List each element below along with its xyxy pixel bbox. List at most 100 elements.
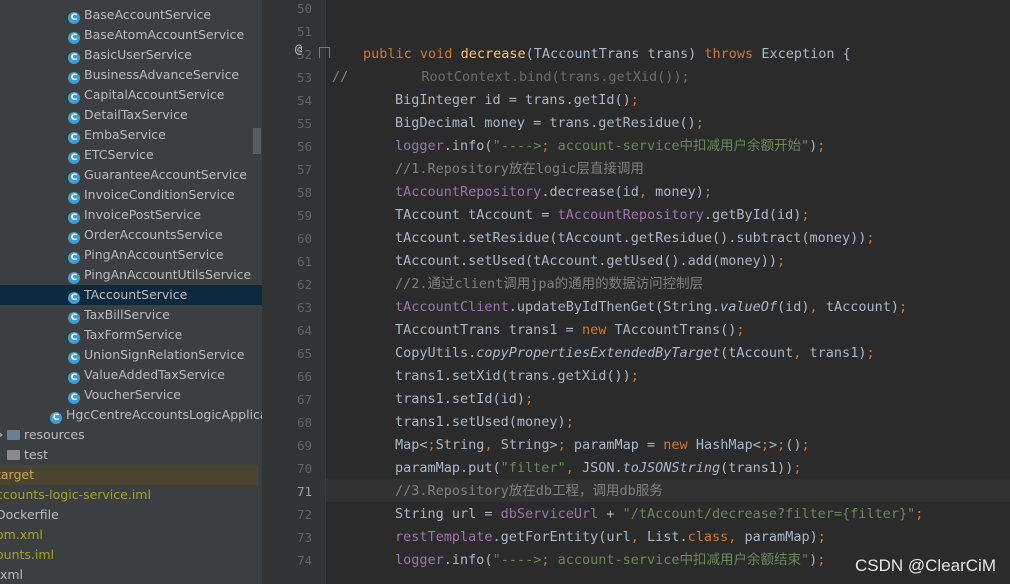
project-tree-scrollbar[interactable] (253, 128, 261, 154)
tree-item-label: TaxBillService (84, 307, 170, 322)
line-number: 59 (296, 208, 312, 223)
tree-item[interactable]: C PingAnAccountUtilsService (0, 265, 262, 285)
tree-item-label: ETCService (84, 147, 154, 162)
tree-item[interactable]: C BaseAccountService (0, 5, 262, 25)
class-icon: C (68, 32, 80, 44)
tree-item-label: ccounts-logic-service.iml (0, 487, 151, 502)
tree-item-label: VoucherService (84, 387, 181, 402)
tree-item[interactable]: C TAccountService (0, 285, 262, 305)
tree-item[interactable]: C CapitalAccountService (0, 85, 262, 105)
line-number: 55 (296, 116, 312, 131)
line-number: 53 (296, 70, 312, 85)
tree-item[interactable]: C OrderAccountsService (0, 225, 262, 245)
folder-icon (7, 430, 20, 440)
line-number: 51 (296, 24, 312, 39)
code-line[interactable]: //1.Repository放在logic层直接调用 (395, 158, 644, 181)
tree-item[interactable]: C BusinessAdvanceService (0, 65, 262, 85)
code-line[interactable]: BigDecimal money = trans.getResidue(); (395, 112, 704, 135)
tree-item-label: GuaranteeAccountService (84, 167, 247, 182)
tree-item-label: DetailTaxService (84, 107, 188, 122)
code-line[interactable]: trans1.setId(id); (395, 388, 533, 411)
line-number: 70 (296, 461, 312, 476)
class-icon: C (68, 192, 80, 204)
tree-item[interactable]: C InvoicePostService (0, 205, 262, 225)
tree-item-label: target (0, 467, 35, 482)
line-number: 65 (296, 346, 312, 361)
code-line[interactable]: TAccount tAccount = tAccountRepository.g… (395, 204, 810, 227)
class-icon: C (68, 112, 80, 124)
spring-class-icon: C (50, 412, 62, 424)
code-line[interactable]: logger.info("---->; account-service中扣减用户… (395, 549, 825, 572)
code-line[interactable]: restTemplate.getForEntity(url, List.clas… (395, 526, 826, 549)
line-number: 56 (296, 139, 312, 154)
code-line[interactable]: public void decrease(TAccountTrans trans… (363, 43, 851, 66)
tree-item-label: TAccountService (84, 287, 188, 302)
tree-item[interactable]: C VoucherService (0, 385, 262, 405)
class-icon: C (68, 232, 80, 244)
tree-item-label: EmbaService (84, 127, 166, 142)
class-icon: C (68, 152, 80, 164)
tree-item-label: .xml (0, 567, 24, 582)
class-icon: C (68, 92, 80, 104)
class-icon: C (68, 392, 80, 404)
code-line[interactable]: tAccount.setUsed(tAccount.getUsed().add(… (395, 250, 785, 273)
line-number: 54 (296, 93, 312, 108)
line-number: 68 (296, 415, 312, 430)
code-line[interactable]: //3.Repository放在db工程，调用db服务 (395, 480, 663, 503)
code-line[interactable]: Map<;String, String>; paramMap = new Has… (395, 434, 810, 457)
code-line[interactable]: TAccountTrans trans1 = new TAccountTrans… (395, 319, 745, 342)
line-number: 57 (296, 162, 312, 177)
line-number: 67 (296, 392, 312, 407)
code-line[interactable]: logger.info("---->; account-service中扣减用户… (395, 135, 825, 158)
code-line[interactable]: // RootContext.bind(trans.getXid()); (332, 66, 690, 89)
tree-item[interactable]: C EmbaService (0, 125, 262, 145)
class-icon: C (68, 332, 80, 344)
class-icon: C (68, 352, 80, 364)
tree-item-label: resources (24, 427, 85, 442)
tree-item[interactable]: C BaseAtomAccountService (0, 25, 262, 45)
tree-item[interactable]: C TaxFormService (0, 325, 262, 345)
line-number: 74 (296, 553, 312, 568)
tree-item[interactable]: resources (0, 425, 260, 445)
tree-item[interactable]: C UnionSignRelationService (0, 345, 262, 365)
code-line[interactable]: paramMap.put("filter", JSON.toJSONString… (395, 457, 801, 480)
tree-item[interactable]: C PingAnAccountService (0, 245, 262, 265)
fold-marker-icon[interactable] (319, 47, 330, 58)
tree-item[interactable]: C InvoiceConditionService (0, 185, 262, 205)
code-line[interactable]: CopyUtils.copyPropertiesExtendedByTarget… (395, 342, 875, 365)
tree-item-label: test (24, 447, 49, 462)
code-line[interactable]: BigInteger id = trans.getId(); (395, 89, 639, 112)
tree-item[interactable]: .xml (0, 565, 258, 584)
watermark: CSDN @ClearCiM (855, 556, 996, 575)
tree-item-label: PingAnAccountUtilsService (84, 267, 252, 282)
tree-item-label: TaxFormService (84, 327, 183, 342)
expand-arrow-icon[interactable] (0, 431, 3, 439)
tree-item[interactable]: test (0, 445, 260, 465)
class-icon: C (68, 312, 80, 324)
code-line[interactable]: String url = dbServiceUrl + "/tAccount/d… (395, 503, 923, 526)
class-icon: C (68, 292, 80, 304)
line-number: 72 (296, 507, 312, 522)
tree-item[interactable]: ccounts-logic-service.iml (0, 485, 258, 505)
line-number: 61 (296, 254, 312, 269)
class-icon: C (68, 372, 80, 384)
code-line[interactable]: tAccountRepository.decrease(id, money); (395, 181, 712, 204)
code-line[interactable]: tAccountClient.updateByIdThenGet(String.… (395, 296, 907, 319)
code-line[interactable]: trans1.setXid(trans.getXid()); (395, 365, 639, 388)
tree-item[interactable]: C DetailTaxService (0, 105, 262, 125)
tree-item-label: BusinessAdvanceService (84, 67, 240, 82)
code-line[interactable]: trans1.setUsed(money); (395, 411, 574, 434)
tree-item[interactable]: C TaxBillService (0, 305, 262, 325)
tree-item[interactable]: Dockerfile (0, 505, 258, 525)
tree-item[interactable]: C BasicUserService (0, 45, 262, 65)
code-line[interactable]: //2.通过client调用jpa的通用的数据访问控制层 (395, 273, 703, 296)
tree-item[interactable]: C ValueAddedTaxService (0, 365, 262, 385)
tree-item[interactable]: C HgcCentreAccountsLogicApplicati (0, 405, 262, 425)
line-number: 66 (296, 369, 312, 384)
tree-item[interactable]: om.xml (0, 525, 258, 545)
tree-item[interactable]: C ETCService (0, 145, 262, 165)
code-line[interactable]: tAccount.setResidue(tAccount.getResidue(… (395, 227, 875, 250)
tree-item[interactable]: target (0, 465, 258, 485)
tree-item[interactable]: C GuaranteeAccountService (0, 165, 262, 185)
tree-item[interactable]: ounts.iml (0, 545, 258, 565)
